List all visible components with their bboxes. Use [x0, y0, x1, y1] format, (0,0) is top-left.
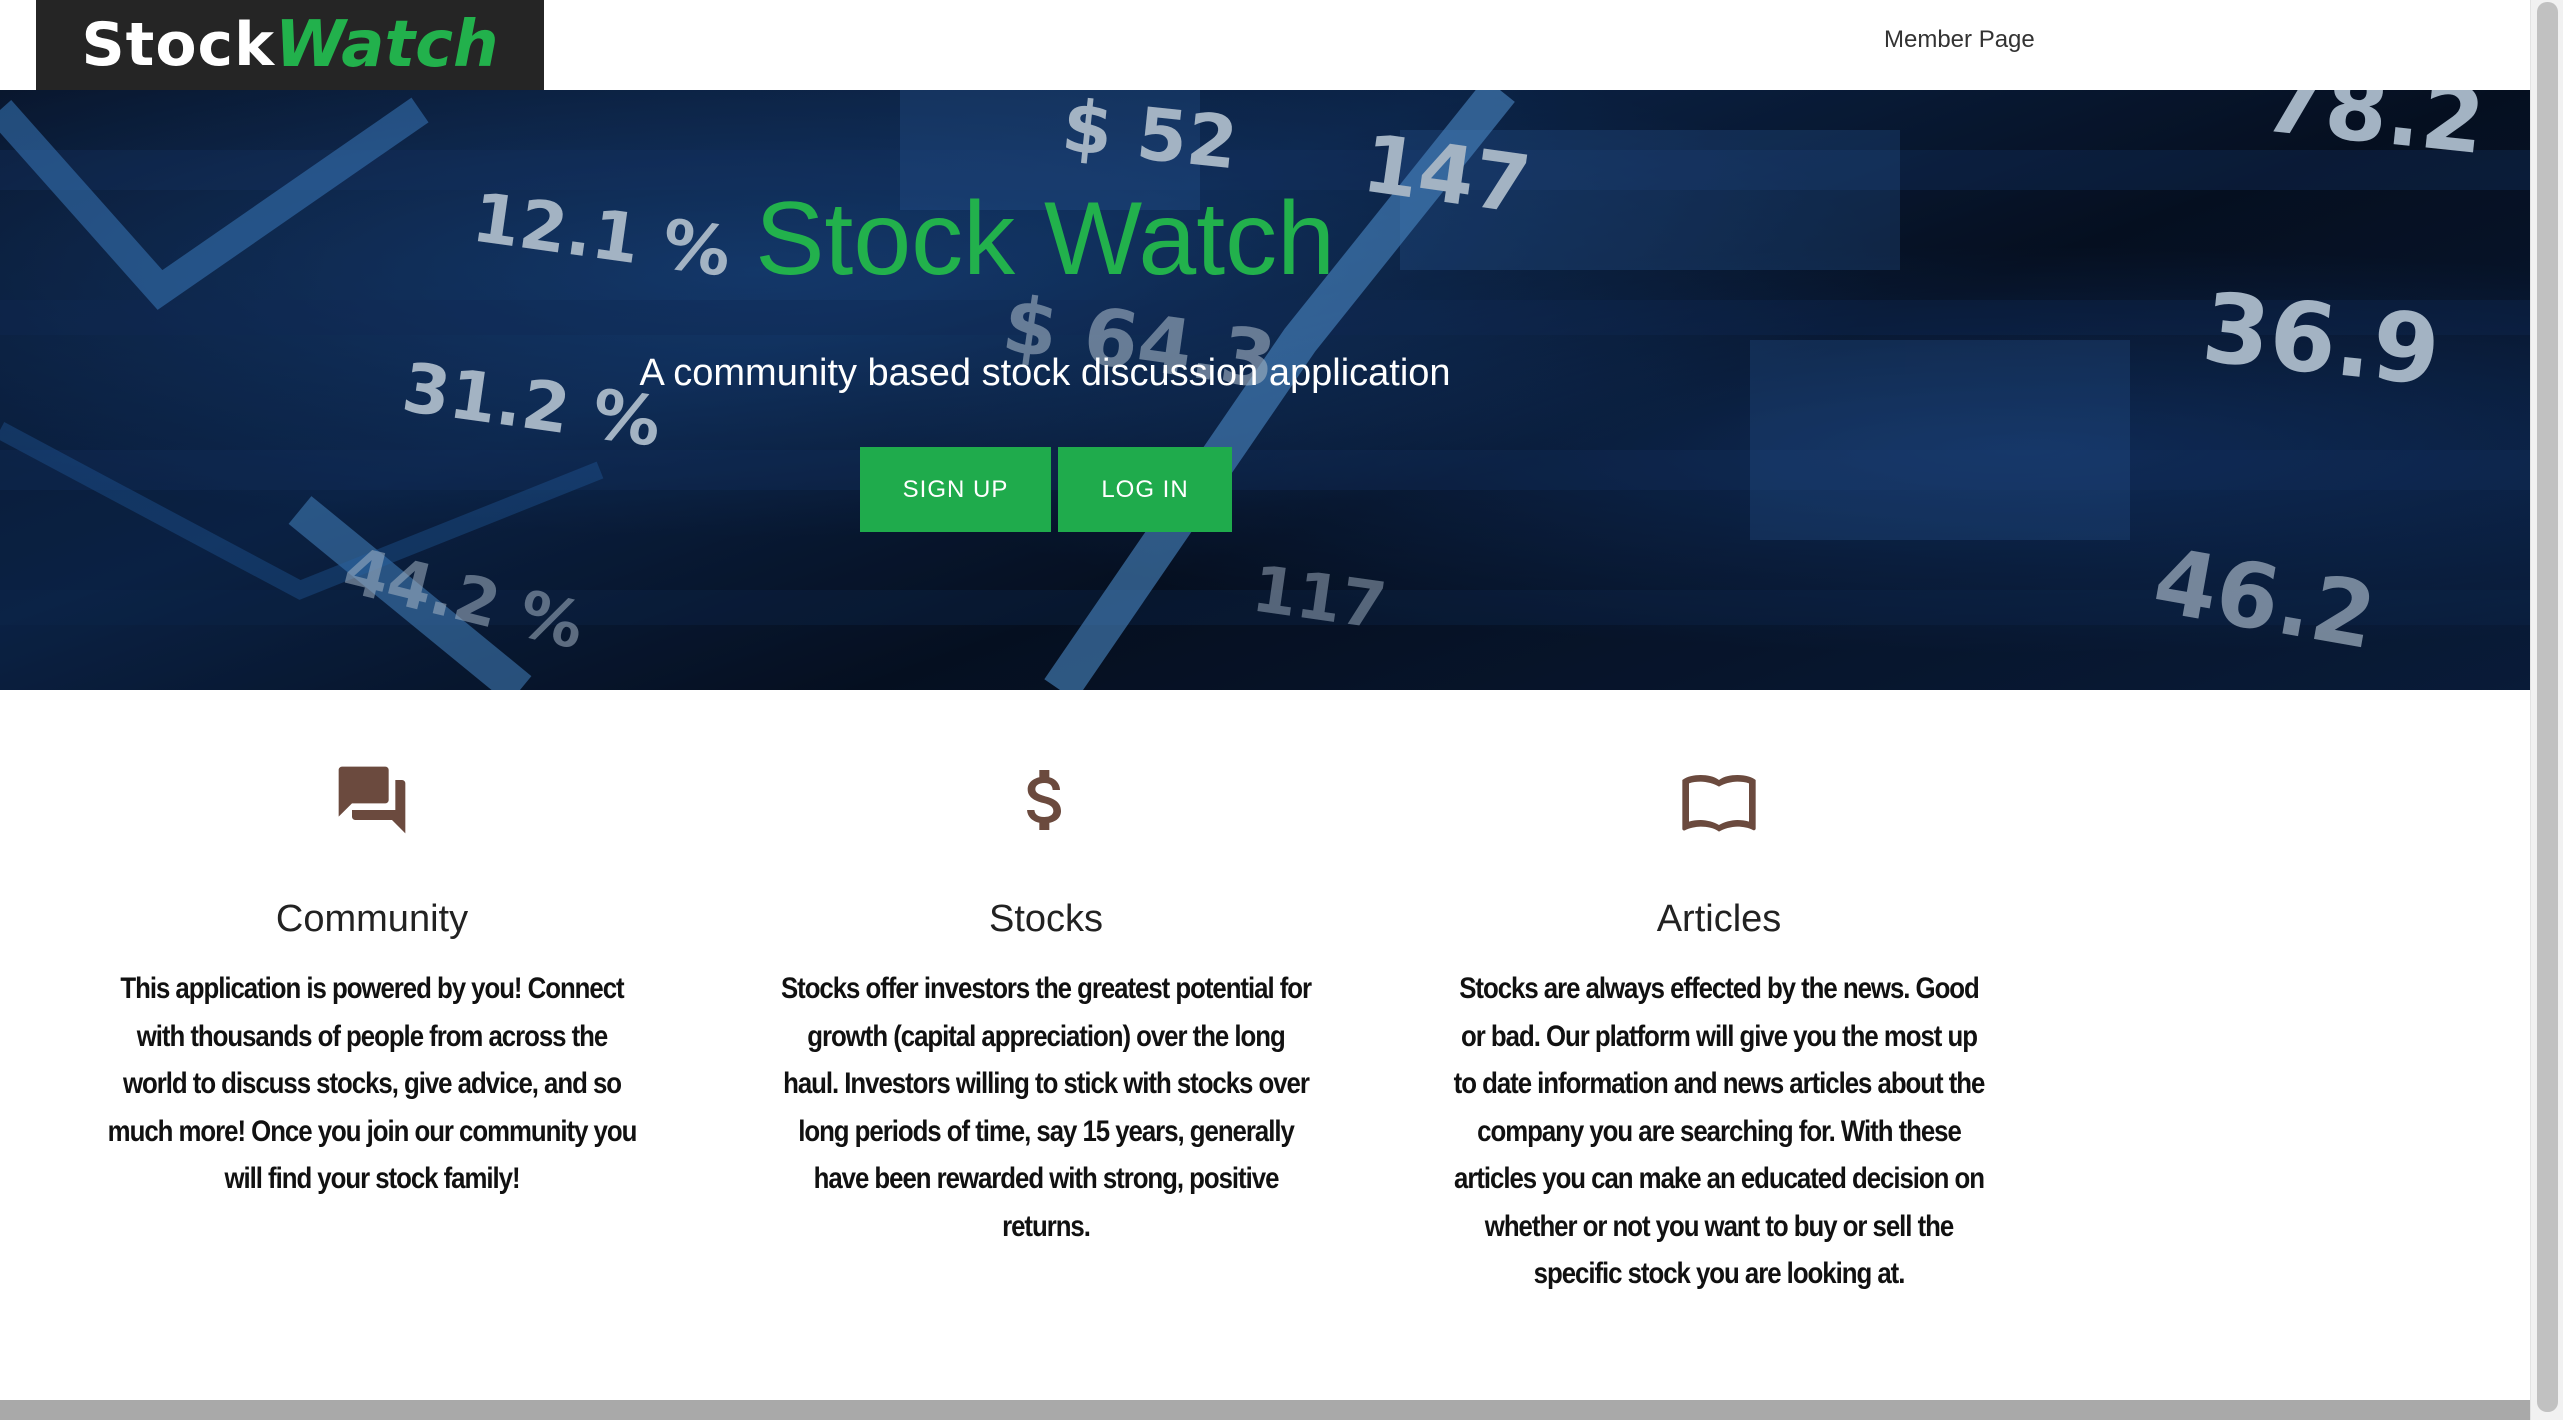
dollar-icon	[1027, 770, 1061, 830]
feature-description: This application is powered by you! Conn…	[107, 972, 638, 1195]
logo-text-stock: Stock	[81, 10, 276, 80]
book-icon	[1682, 775, 1756, 832]
feature-community: Community This application is powered by…	[62, 760, 682, 1203]
feature-description: Stocks offer investors the greatest pote…	[780, 972, 1312, 1243]
sign-up-button[interactable]: SIGN UP	[860, 447, 1051, 532]
page: Stock Watch Member Page 12.1 % $ 52 147 …	[0, 0, 2563, 1420]
hero-title: Stock Watch	[755, 181, 1335, 297]
logo-text-watch: Watch	[275, 8, 499, 82]
navbar: Stock Watch Member Page	[0, 0, 2530, 90]
forum-icon	[338, 766, 406, 834]
feature-description: Stocks are always effected by the news. …	[1453, 972, 1986, 1290]
logo[interactable]: Stock Watch	[36, 0, 544, 90]
hero-subtitle: A community based stock discussion appli…	[639, 352, 1451, 394]
feature-title: Stocks	[988, 898, 1104, 940]
footer-strip	[0, 1400, 2530, 1420]
log-in-button[interactable]: LOG IN	[1058, 447, 1232, 532]
feature-stocks: Stocks Stocks offer investors the greate…	[736, 760, 1356, 1250]
feature-title: Articles	[1656, 898, 1782, 940]
feature-articles: Articles Stocks are always effected by t…	[1409, 760, 2029, 1298]
hero-banner: 12.1 % $ 52 147 78.2 $ 64.3 31.2 % 36.9 …	[0, 90, 2530, 690]
member-page-link[interactable]: Member Page	[1884, 26, 2035, 54]
scrollbar-thumb[interactable]	[2537, 2, 2558, 1412]
feature-title: Community	[275, 898, 469, 940]
vertical-scrollbar[interactable]	[2530, 0, 2563, 1420]
